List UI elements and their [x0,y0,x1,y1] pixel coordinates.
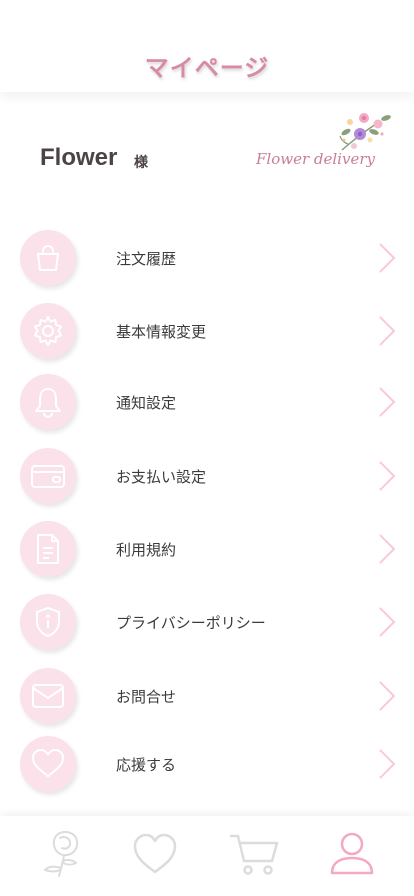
rose-icon [44,831,79,877]
menu-item-notification-settings[interactable]: 通知設定 [0,370,414,434]
menu-item-label: 注文履歴 [116,250,177,268]
heart-icon [32,749,64,777]
bottom-tab-bar [0,816,414,896]
chevron-right-icon [379,681,396,711]
menu-item-payment-settings[interactable]: お支払い設定 [0,444,414,508]
user-icon [330,832,374,875]
cart-icon [229,834,279,875]
document-icon [37,534,59,564]
chevron-right-icon [379,607,396,637]
icon-circle [20,303,76,359]
menu-item-privacy-policy[interactable]: プライバシーポリシー [0,590,414,654]
menu-item-label: 通知設定 [116,394,177,412]
chevron-right-icon [379,316,396,346]
menu-item-support[interactable]: 応援する [0,732,414,796]
chevron-right-icon [379,243,396,273]
menu-item-label: お支払い設定 [116,468,207,486]
menu-item-order-history[interactable]: 注文履歴 [0,226,414,290]
chevron-right-icon [379,461,396,491]
menu-item-label: プライバシーポリシー [116,614,266,632]
gear-icon [34,316,62,346]
menu-item-terms-of-use[interactable]: 利用規約 [0,517,414,581]
icon-circle [20,668,76,724]
tab-cart[interactable] [226,828,282,880]
app-header: マイページ [0,0,414,92]
tab-mypage[interactable] [324,828,380,880]
tab-favorites[interactable] [127,828,183,880]
bell-icon [35,388,61,418]
heart-icon [133,833,177,874]
icon-circle [20,448,76,504]
menu-item-contact[interactable]: お問合せ [0,664,414,728]
icon-circle [20,230,76,286]
icon-circle [20,594,76,650]
icon-circle [20,521,76,577]
flower-bouquet-icon [339,113,391,151]
username-honorific: 様 [134,155,148,171]
icon-circle [20,736,76,792]
page-title: マイページ [144,54,270,82]
chevron-right-icon [379,749,396,779]
credit-card-icon [31,465,65,488]
username: Flower [40,144,118,171]
menu-item-label: 基本情報変更 [116,323,207,341]
menu-item-basic-info[interactable]: 基本情報変更 [0,299,414,363]
shield-info-icon [36,607,60,637]
menu-item-label: 応援する [116,756,177,774]
icon-circle [20,374,76,430]
shopping-bag-icon [37,245,59,271]
profile-section: Flower 様 Flower delivery [0,92,414,222]
envelope-icon [32,684,64,708]
chevron-right-icon [379,534,396,564]
tab-home[interactable] [36,828,92,880]
menu-item-label: お問合せ [116,688,177,706]
menu-item-label: 利用規約 [116,541,177,559]
chevron-right-icon [379,387,396,417]
